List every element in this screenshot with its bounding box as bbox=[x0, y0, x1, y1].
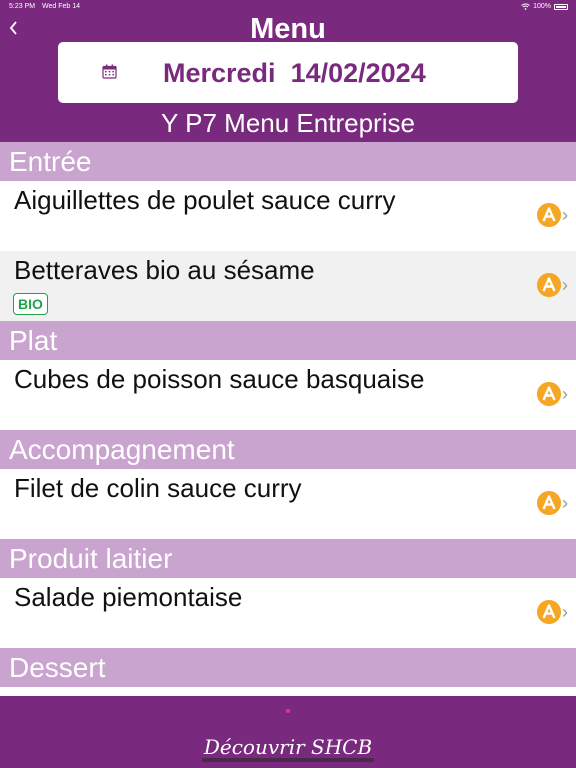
allergen-a-icon[interactable] bbox=[537, 491, 561, 515]
status-date: Wed Feb 14 bbox=[42, 3, 81, 10]
menu-item[interactable]: Betteraves bio au sésame BIO › bbox=[0, 251, 576, 321]
status-right: 100% bbox=[521, 3, 568, 10]
selected-date-value: 14/02/2024 bbox=[290, 58, 426, 88]
section-header-produit-laitier: Produit laitier bbox=[0, 539, 576, 578]
home-indicator[interactable] bbox=[202, 758, 374, 762]
menu-item[interactable]: Aiguillettes de poulet sauce curry › bbox=[0, 181, 576, 251]
status-time: 5:23 PM bbox=[9, 3, 36, 10]
menu-item-name: Aiguillettes de poulet sauce curry bbox=[14, 185, 396, 215]
section-header-dessert: Dessert bbox=[0, 648, 576, 687]
section-header-accompagnement: Accompagnement bbox=[0, 430, 576, 469]
allergen-a-icon[interactable] bbox=[537, 273, 561, 297]
header: Menu Mercredi 14/02/2024 Y P7 Menu Entre… bbox=[0, 14, 576, 142]
section-header-plat: Plat bbox=[0, 321, 576, 360]
allergen-a-icon[interactable] bbox=[537, 203, 561, 227]
allergen-a-icon[interactable] bbox=[537, 600, 561, 624]
page-title: Menu bbox=[250, 13, 326, 45]
menu-item[interactable]: Filet de colin sauce curry › bbox=[0, 469, 576, 539]
discover-shcb-link[interactable]: Découvrir SHCB bbox=[0, 734, 576, 760]
calendar-icon bbox=[102, 64, 117, 79]
menu-item-name: Betteraves bio au sésame bbox=[14, 255, 315, 285]
page-indicator-dot bbox=[286, 709, 290, 713]
chevron-right-icon: › bbox=[562, 275, 568, 295]
menu-item[interactable]: Cubes de poisson sauce basquaise › bbox=[0, 360, 576, 430]
battery-icon bbox=[554, 3, 568, 10]
wifi-icon bbox=[521, 3, 530, 10]
chevron-right-icon: › bbox=[562, 602, 568, 622]
menu-item[interactable]: Salade piemontaise › bbox=[0, 578, 576, 648]
section-header-entree: Entrée bbox=[0, 142, 576, 181]
selected-date: Mercredi 14/02/2024 bbox=[163, 58, 518, 88]
chevron-right-icon: › bbox=[562, 384, 568, 404]
bio-badge: BIO bbox=[13, 293, 48, 315]
menu-item-name: Cubes de poisson sauce basquaise bbox=[14, 364, 425, 394]
menu-item-name: Salade piemontaise bbox=[14, 582, 243, 612]
menu-name: Y P7 Menu Entreprise bbox=[161, 108, 415, 138]
allergen-a-icon[interactable] bbox=[537, 382, 561, 406]
chevron-right-icon: › bbox=[562, 493, 568, 513]
date-picker-button[interactable]: Mercredi 14/02/2024 bbox=[58, 42, 518, 103]
menu-list[interactable]: Entrée Aiguillettes de poulet sauce curr… bbox=[0, 142, 576, 696]
selected-day: Mercredi bbox=[163, 58, 276, 88]
chevron-right-icon: › bbox=[562, 205, 568, 225]
menu-item-name: Filet de colin sauce curry bbox=[14, 473, 302, 503]
battery-percent: 100% bbox=[533, 3, 551, 10]
status-bar: 5:23 PM Wed Feb 14 100% bbox=[0, 0, 576, 14]
